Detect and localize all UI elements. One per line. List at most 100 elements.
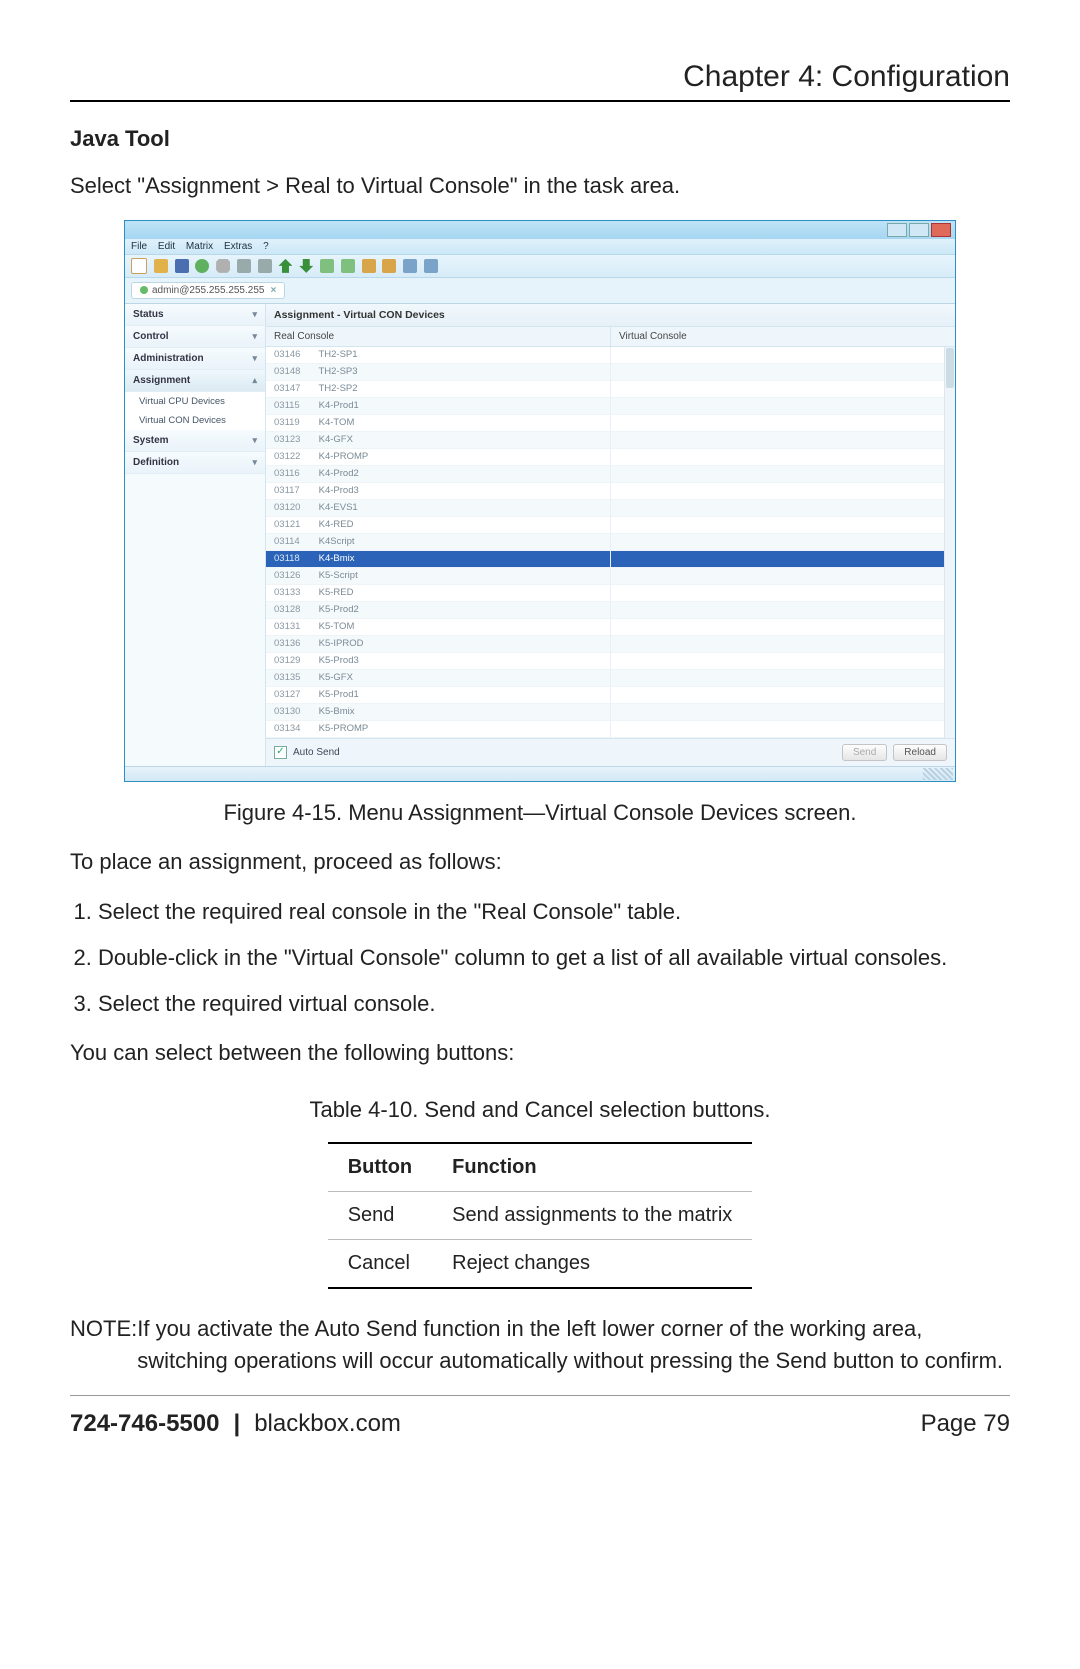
footer-site: blackbox.com: [254, 1410, 401, 1438]
close-button[interactable]: [931, 223, 951, 237]
table-row[interactable]: 03118 K4-Bmix: [266, 551, 955, 568]
cell-virtual-console[interactable]: [611, 534, 955, 550]
connection-tab[interactable]: admin@255.255.255.255 ×: [131, 282, 285, 299]
table-row[interactable]: 03136 K5-IPROD: [266, 636, 955, 653]
cell-virtual-console[interactable]: [611, 500, 955, 516]
action1-icon[interactable]: [320, 259, 334, 273]
chapter-title: Chapter 4: Configuration: [70, 60, 1010, 94]
menu-help[interactable]: ?: [263, 241, 269, 252]
table-row[interactable]: 03148 TH2-SP3: [266, 364, 955, 381]
send-button[interactable]: Send: [842, 744, 887, 761]
table-row[interactable]: 03115 K4-Prod1: [266, 398, 955, 415]
cell-virtual-console[interactable]: [611, 670, 955, 686]
paste-icon[interactable]: [258, 259, 272, 273]
procedure-steps: Select the required real console in the …: [70, 896, 1010, 1020]
cell-virtual-console[interactable]: [611, 398, 955, 414]
cell-virtual-console[interactable]: [611, 381, 955, 397]
table-row[interactable]: 03116 K4-Prod2: [266, 466, 955, 483]
scroll-thumb[interactable]: [946, 348, 954, 388]
cell-virtual-console[interactable]: [611, 602, 955, 618]
cell-real-console: 03148 TH2-SP3: [266, 364, 611, 380]
toolbar: [125, 254, 955, 278]
tool1-icon[interactable]: [403, 259, 417, 273]
action2-icon[interactable]: [341, 259, 355, 273]
table-row[interactable]: 03126 K5-Script: [266, 568, 955, 585]
auto-send-checkbox[interactable]: ✓: [274, 746, 287, 759]
table-row: SendSend assignments to the matrix: [328, 1192, 753, 1240]
cell-real-console: 03136 K5-IPROD: [266, 636, 611, 652]
menu-edit[interactable]: Edit: [158, 241, 175, 252]
table-row[interactable]: 03133 K5-RED: [266, 585, 955, 602]
save-icon[interactable]: [175, 259, 189, 273]
column-real-console[interactable]: Real Console: [266, 327, 611, 346]
table-row[interactable]: 03129 K5-Prod3: [266, 653, 955, 670]
tool2-icon[interactable]: [424, 259, 438, 273]
copy-icon[interactable]: [237, 259, 251, 273]
table-row[interactable]: 03131 K5-TOM: [266, 619, 955, 636]
cell-virtual-console[interactable]: [611, 483, 955, 499]
cut-icon[interactable]: [216, 259, 230, 273]
table-row[interactable]: 03146 TH2-SP1: [266, 347, 955, 364]
sidebar-item-system[interactable]: System ▾: [125, 430, 265, 452]
table-row[interactable]: 03120 K4-EVS1: [266, 500, 955, 517]
cell-virtual-console[interactable]: [611, 449, 955, 465]
cell-virtual-console[interactable]: [611, 415, 955, 431]
menu-extras[interactable]: Extras: [224, 241, 252, 252]
table-row[interactable]: 03117 K4-Prod3: [266, 483, 955, 500]
table-row[interactable]: 03127 K5-Prod1: [266, 687, 955, 704]
cell-virtual-console[interactable]: [611, 721, 955, 737]
new-file-icon[interactable]: [131, 258, 147, 274]
cell-virtual-console[interactable]: [611, 636, 955, 652]
table-row[interactable]: 03130 K5-Bmix: [266, 704, 955, 721]
menu-file[interactable]: File: [131, 241, 147, 252]
table-row[interactable]: 03122 K4-PROMP: [266, 449, 955, 466]
maximize-button[interactable]: [909, 223, 929, 237]
sidebar-sub-virtual-con[interactable]: Virtual CON Devices: [125, 411, 265, 430]
download-icon[interactable]: [299, 259, 313, 273]
table-title: Table 4-10. Send and Cancel selection bu…: [70, 1095, 1010, 1126]
sidebar-item-definition[interactable]: Definition ▾: [125, 452, 265, 474]
table-row[interactable]: 03147 TH2-SP2: [266, 381, 955, 398]
cell-virtual-console[interactable]: [611, 517, 955, 533]
sidebar-label: Administration: [133, 353, 204, 364]
open-folder-icon[interactable]: [154, 259, 168, 273]
table-row[interactable]: 03114 K4Script: [266, 534, 955, 551]
divider: [70, 1395, 1010, 1396]
sidebar-item-status[interactable]: Status ▾: [125, 304, 265, 326]
menu-matrix[interactable]: Matrix: [186, 241, 213, 252]
cell-virtual-console[interactable]: [611, 585, 955, 601]
cell-virtual-console[interactable]: [611, 432, 955, 448]
sidebar-label: Definition: [133, 457, 179, 468]
reload-button[interactable]: Reload: [893, 744, 947, 761]
table-row[interactable]: 03119 K4-TOM: [266, 415, 955, 432]
table-row[interactable]: 03123 K4-GFX: [266, 432, 955, 449]
table-row[interactable]: 03134 K5-PROMP: [266, 721, 955, 738]
sidebar-label: Control: [133, 331, 169, 342]
cell-virtual-console[interactable]: [611, 568, 955, 584]
resize-grip-icon[interactable]: [923, 768, 953, 780]
cell-virtual-console[interactable]: [611, 347, 955, 363]
sidebar-item-control[interactable]: Control ▾: [125, 326, 265, 348]
doc1-icon[interactable]: [362, 259, 376, 273]
table-row[interactable]: 03121 K4-RED: [266, 517, 955, 534]
sidebar-item-administration[interactable]: Administration ▾: [125, 348, 265, 370]
cell-virtual-console[interactable]: [611, 364, 955, 380]
doc2-icon[interactable]: [382, 259, 396, 273]
column-virtual-console[interactable]: Virtual Console: [611, 327, 955, 346]
scrollbar[interactable]: [944, 347, 955, 738]
table-row[interactable]: 03135 K5-GFX: [266, 670, 955, 687]
cell-virtual-console[interactable]: [611, 551, 955, 567]
upload-icon[interactable]: [278, 259, 292, 273]
table-row[interactable]: 03128 K5-Prod2: [266, 602, 955, 619]
cell-virtual-console[interactable]: [611, 466, 955, 482]
cell-function: Send assignments to the matrix: [432, 1192, 752, 1240]
cell-virtual-console[interactable]: [611, 687, 955, 703]
minimize-button[interactable]: [887, 223, 907, 237]
sidebar-item-assignment[interactable]: Assignment ▴: [125, 370, 265, 392]
close-tab-icon[interactable]: ×: [270, 285, 276, 296]
cell-virtual-console[interactable]: [611, 619, 955, 635]
cell-virtual-console[interactable]: [611, 653, 955, 669]
sidebar-sub-virtual-cpu[interactable]: Virtual CPU Devices: [125, 392, 265, 411]
refresh-icon[interactable]: [195, 259, 209, 273]
cell-virtual-console[interactable]: [611, 704, 955, 720]
